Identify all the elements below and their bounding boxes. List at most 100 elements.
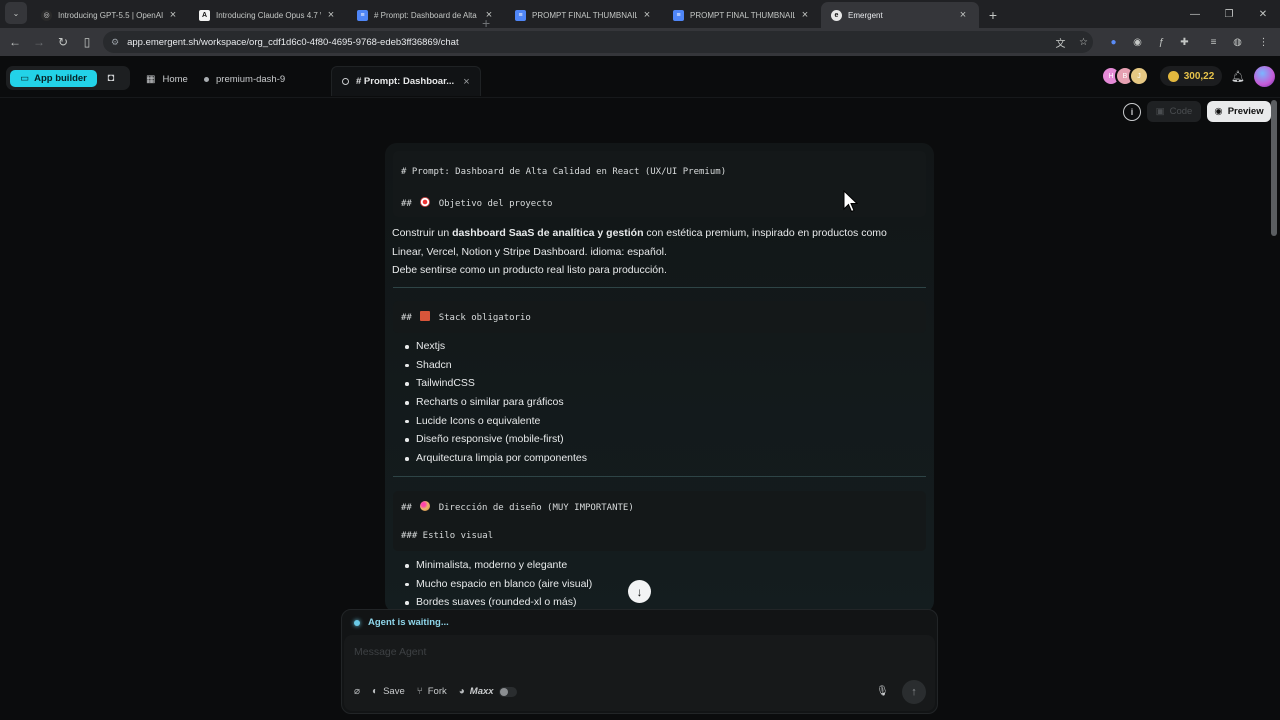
close-icon[interactable]: × <box>167 9 179 21</box>
back-icon[interactable]: ← <box>3 30 27 54</box>
new-tab-button[interactable]: + <box>983 2 1003 28</box>
close-icon[interactable]: × <box>799 9 811 21</box>
divider <box>393 287 926 288</box>
sidebar-icon[interactable]: ▯ <box>75 30 99 54</box>
maxx-switch[interactable] <box>498 686 517 697</box>
design-heading-block: ## Dirección de diseño (MUY IMPORTANTE) … <box>393 491 926 551</box>
design-heading-text: Dirección de diseño (MUY IMPORTANTE) <box>438 503 634 513</box>
extension-icon[interactable]: ● <box>1102 30 1125 54</box>
code-icon: ▣ <box>1155 106 1165 117</box>
forward-icon[interactable]: → <box>27 30 51 54</box>
add-tab-button[interactable]: + <box>482 11 490 35</box>
maxx-icon: ◕ <box>458 686 465 697</box>
anthropic-icon: A <box>199 9 210 21</box>
browser-toolbar: ← → ↻ ▯ ⚙ app.emergent.sh/workspace/org_… <box>0 28 1280 56</box>
close-icon[interactable]: × <box>463 76 469 88</box>
target-icon <box>420 197 431 207</box>
chat-mode-button[interactable]: ◘ <box>97 68 125 88</box>
chat-icon: ◘ <box>107 72 115 84</box>
address-bar[interactable]: ⚙ app.emergent.sh/workspace/org_cdf1d6c0… <box>103 31 1093 53</box>
browser-tab-anthropic[interactable]: A Introducing Claude Opus 4.7 \ × <box>189 2 347 28</box>
code-label: Code <box>1169 106 1193 117</box>
close-icon[interactable]: × <box>641 9 653 21</box>
info-icon[interactable]: i <box>1123 103 1141 121</box>
list-item: Mucho espacio en blanco (aire visual) <box>405 575 592 594</box>
user-avatar[interactable] <box>1254 66 1275 87</box>
scroll-to-bottom-button[interactable]: ↓ <box>628 580 651 603</box>
list-item: Minimalista, moderno y elegante <box>405 556 592 575</box>
credits-badge[interactable]: 300,22 <box>1160 66 1222 86</box>
style-subheading: ### Estilo visual <box>401 531 494 541</box>
credits-value: 300,22 <box>1183 70 1215 82</box>
mouse-cursor-icon <box>843 190 859 213</box>
browser-tab-title: Introducing GPT-5.5 | OpenAI <box>58 10 163 20</box>
coin-icon <box>1167 70 1179 82</box>
heading-marker: ## <box>401 199 412 209</box>
microphone-icon[interactable]: 🎙︎ <box>876 686 889 697</box>
bookmark-star-icon[interactable]: ☆ <box>1072 30 1095 54</box>
browser-tab-docs-2[interactable]: ≡ PROMPT FINAL THUMBNAILPR × <box>505 2 663 28</box>
app-builder-label: App builder <box>34 72 87 84</box>
translate-icon[interactable]: 文 <box>1049 30 1072 54</box>
browser-tab-openai[interactable]: ◎ Introducing GPT-5.5 | OpenAI × <box>31 2 189 28</box>
bell-icon[interactable]: 🔔︎ <box>1228 66 1248 86</box>
app-builder-button[interactable]: ▭ App builder <box>10 69 97 87</box>
maxx-toggle[interactable]: ◕ Maxx <box>459 686 517 697</box>
reading-list-icon[interactable]: ≡ <box>1202 30 1225 54</box>
message-composer: Agent is waiting... ⌀ ◐ Save ⑂ Fork ◕ Ma… <box>341 609 938 714</box>
divider <box>393 476 926 477</box>
loading-ring-icon <box>342 78 349 85</box>
fork-label: Fork <box>427 686 447 697</box>
arrow-down-icon: ↓ <box>636 584 643 599</box>
agent-status: Agent is waiting... <box>354 617 449 628</box>
list-item: Shadcn <box>405 356 587 375</box>
tab-search-button[interactable]: ⌄ <box>5 2 27 24</box>
browser-tab-title: PROMPT FINAL THUMBNAIL PR <box>690 10 795 20</box>
tab-project-label: premium-dash-9 <box>216 73 286 85</box>
tab-home[interactable]: ▦ Home <box>146 67 188 91</box>
url-text: app.emergent.sh/workspace/org_cdf1d6c0-4… <box>127 36 459 48</box>
send-button[interactable]: ↑ <box>902 680 926 704</box>
style-list: Minimalista, moderno y elegante Mucho es… <box>405 556 592 612</box>
chat-scrollbar[interactable] <box>1271 100 1277 236</box>
avatar[interactable]: J <box>1129 66 1149 86</box>
close-icon[interactable]: × <box>957 9 969 21</box>
intro-paragraph: Construir un dashboard SaaS de analítica… <box>392 224 887 280</box>
emergent-icon: e <box>831 9 842 21</box>
preview-button[interactable]: ◉ Preview <box>1207 101 1271 122</box>
code-button[interactable]: ▣ Code <box>1147 101 1201 122</box>
intro-line-2: Linear, Vercel, Notion y Stripe Dashboar… <box>392 245 667 258</box>
browser-tab-docs-3[interactable]: ≡ PROMPT FINAL THUMBNAIL PR × <box>663 2 821 28</box>
browser-tab-strip: ⌄ ◎ Introducing GPT-5.5 | OpenAI × A Int… <box>0 0 1280 28</box>
tab-project[interactable]: premium-dash-9 <box>204 67 285 91</box>
extensions-puzzle-icon[interactable]: ✚ <box>1173 30 1196 54</box>
fork-button[interactable]: ⑂ Fork <box>417 686 447 697</box>
browser-tab-title: Introducing Claude Opus 4.7 \ <box>216 10 321 20</box>
message-input[interactable] <box>354 644 914 660</box>
window-close-icon[interactable]: ✕ <box>1246 0 1280 28</box>
close-icon[interactable]: × <box>325 9 337 21</box>
stack-heading: ## Stack obligatorio <box>401 311 531 323</box>
maximize-icon[interactable]: ❐ <box>1212 0 1246 28</box>
docs-icon: ≡ <box>515 9 526 21</box>
browser-tab-title: PROMPT FINAL THUMBNAILPR <box>532 10 637 20</box>
save-button[interactable]: ◐ Save <box>372 686 405 697</box>
minimize-icon[interactable]: — <box>1178 0 1212 28</box>
extension-icon[interactable]: ƒ <box>1150 30 1173 54</box>
eye-icon: ◉ <box>1214 106 1223 117</box>
browser-tab-emergent[interactable]: e Emergent × <box>821 2 979 28</box>
site-info-icon[interactable]: ⚙ <box>111 37 119 48</box>
profile-icon[interactable]: ◍ <box>1226 30 1249 54</box>
list-item: Diseño responsive (mobile-first) <box>405 430 587 449</box>
reload-icon[interactable]: ↻ <box>51 30 75 54</box>
app-builder-icon: ▭ <box>20 72 30 84</box>
tab-current-chat[interactable]: # Prompt: Dashboar... × <box>331 66 481 96</box>
tab-home-label: Home <box>162 73 188 85</box>
composer-toolbar: ⌀ ◐ Save ⑂ Fork ◕ Maxx <box>354 686 517 697</box>
extension-icon[interactable]: ◉ <box>1126 30 1149 54</box>
heading-marker: ## <box>401 503 412 513</box>
objective-heading: ## Objetivo del proyecto <box>401 197 552 209</box>
browser-menu-icon[interactable]: ⋮ <box>1252 30 1275 54</box>
attach-icon[interactable]: ⌀ <box>354 686 360 697</box>
preview-label: Preview <box>1227 106 1264 117</box>
